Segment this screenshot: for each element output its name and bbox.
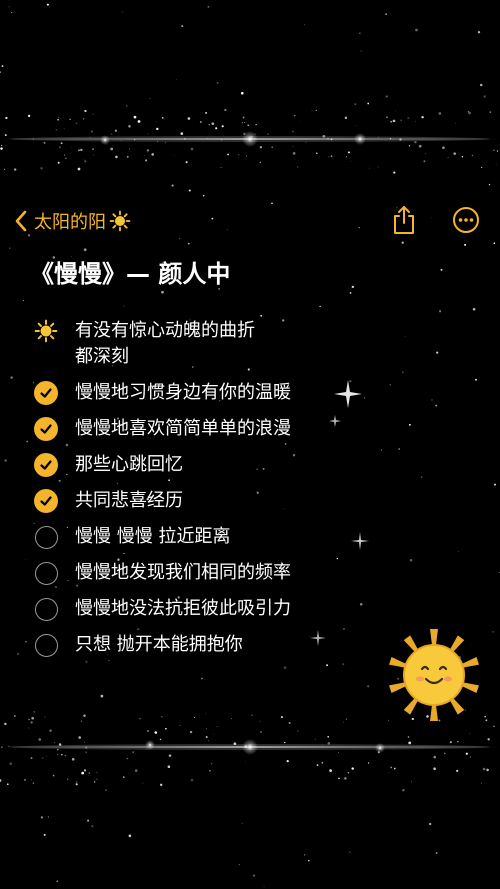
empty-circle-icon	[34, 633, 58, 657]
share-button[interactable]	[392, 205, 416, 235]
checklist-item[interactable]: 慢慢地没法抗拒彼此吸引力	[33, 596, 363, 622]
chevron-left-icon	[15, 210, 27, 232]
checklist-item-text: 慢慢地喜欢简简单单的浪漫	[75, 418, 291, 439]
checklist-item-text: 那些心跳回忆	[75, 454, 183, 475]
checkbox-unchecked[interactable]	[33, 560, 59, 586]
checkmark-icon	[34, 417, 58, 441]
checkbox-unchecked[interactable]	[33, 632, 59, 658]
back-button[interactable]: 太阳的阳	[14, 208, 137, 234]
checkmark-icon	[34, 381, 58, 405]
nav-bar: 太阳的阳	[14, 203, 137, 239]
checklist-item[interactable]: 慢慢地发现我们相同的频率	[33, 560, 363, 586]
sun-icon	[33, 318, 59, 344]
checklist-item[interactable]: 共同悲喜经历	[33, 488, 363, 514]
smiling-sun-icon	[378, 625, 490, 729]
checkbox-unchecked[interactable]	[33, 524, 59, 550]
checkbox-checked[interactable]	[33, 488, 59, 514]
checkmark-icon	[34, 453, 58, 477]
checklist-item[interactable]: 有没有惊心动魄的曲折 都深刻	[33, 318, 363, 370]
more-button[interactable]	[452, 206, 480, 234]
sun-icon	[109, 210, 137, 232]
checkmark-icon	[34, 489, 58, 513]
back-label: 太阳的阳	[34, 212, 106, 233]
checkbox-unchecked[interactable]	[33, 596, 59, 622]
more-icon	[453, 207, 479, 233]
checklist-item[interactable]: 慢慢地习惯身边有你的温暖	[33, 380, 363, 406]
checkbox-checked[interactable]	[33, 380, 59, 406]
checklist-item-text: 有没有惊心动魄的曲折 都深刻	[75, 320, 255, 367]
checklist-item[interactable]: 那些心跳回忆	[33, 452, 363, 478]
checklist-item[interactable]: 慢慢 慢慢 拉近距离	[33, 524, 363, 550]
checklist-item-text: 慢慢 慢慢 拉近距离	[75, 526, 231, 547]
checklist-item-text: 慢慢地习惯身边有你的温暖	[75, 382, 291, 403]
checkbox-checked[interactable]	[33, 416, 59, 442]
checklist-item[interactable]: 慢慢地喜欢简简单单的浪漫	[33, 416, 363, 442]
checklist-item-text: 慢慢地没法抗拒彼此吸引力	[75, 598, 291, 619]
empty-circle-icon	[34, 561, 58, 585]
checklist-item[interactable]: 只想 抛开本能拥抱你	[33, 632, 363, 658]
note-title[interactable]: 《慢慢》— 颜人中	[30, 254, 230, 289]
checklist-item-text: 慢慢地发现我们相同的频率	[75, 562, 291, 583]
checklist-item-text: 只想 抛开本能拥抱你	[75, 634, 243, 655]
checkbox-checked[interactable]	[33, 452, 59, 478]
checklist: 有没有惊心动魄的曲折 都深刻 慢慢地习惯身边有你的温暖 慢慢地喜欢简简单单的浪漫…	[33, 318, 363, 668]
nav-actions	[356, 205, 480, 235]
share-icon	[394, 206, 414, 234]
checklist-item-text: 共同悲喜经历	[75, 490, 183, 511]
empty-circle-icon	[34, 597, 58, 621]
empty-circle-icon	[34, 525, 58, 549]
